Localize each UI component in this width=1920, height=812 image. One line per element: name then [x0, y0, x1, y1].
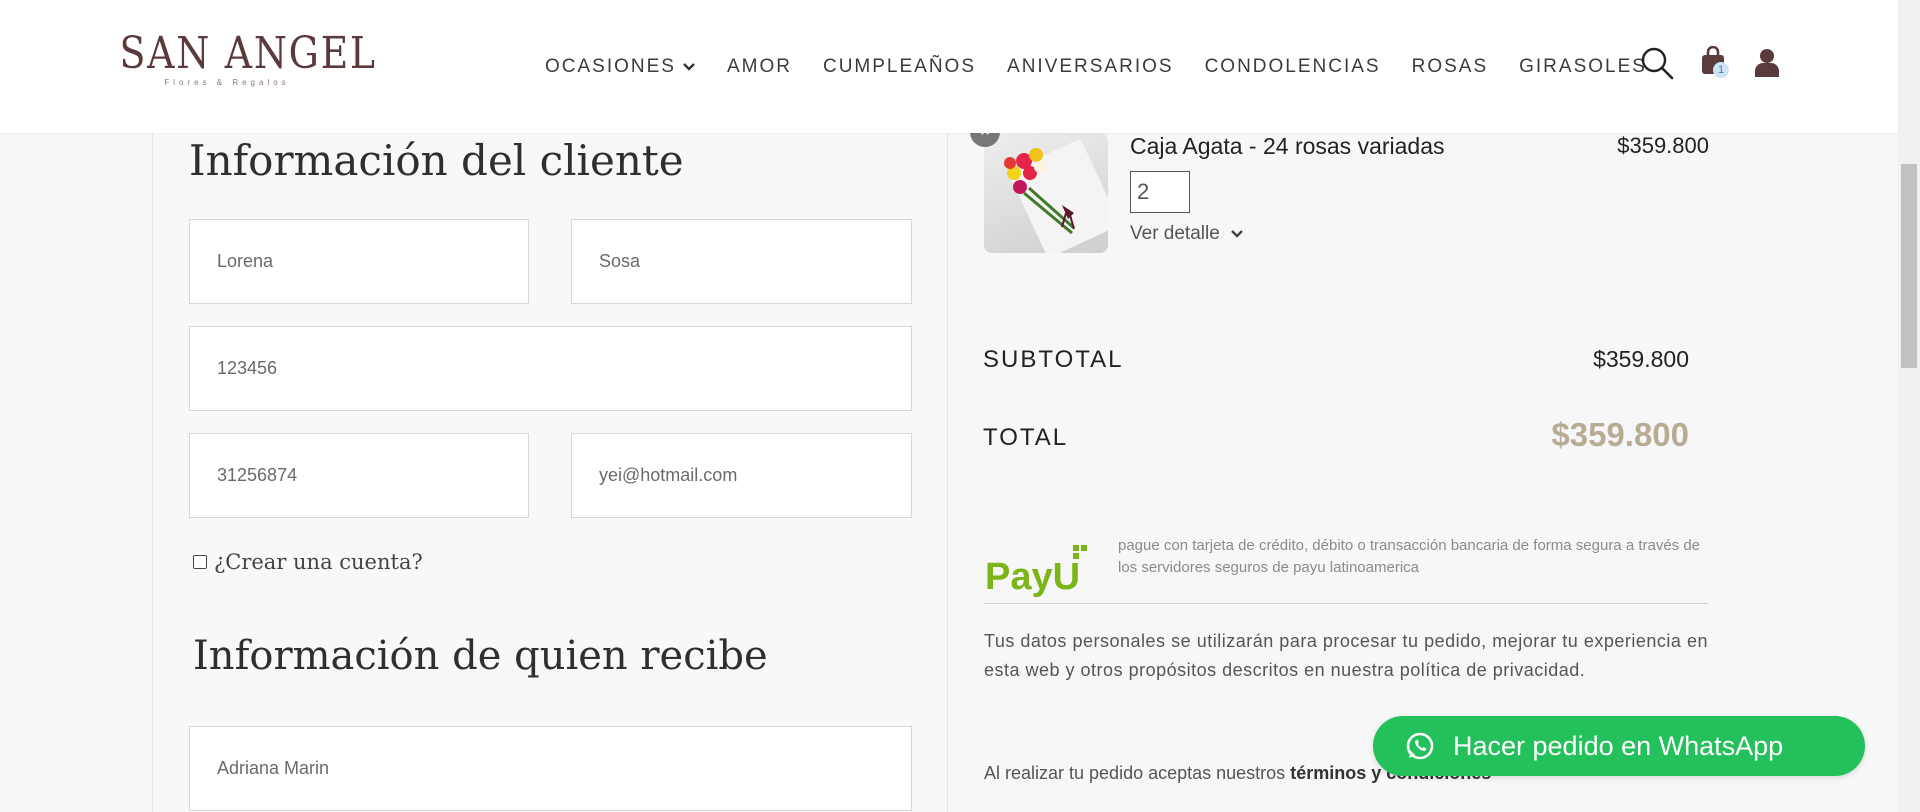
whatsapp-order-button[interactable]: Hacer pedido en WhatsApp — [1373, 716, 1865, 776]
first-name-value: Lorena — [217, 251, 274, 271]
nav-item-condolencias[interactable]: CONDOLENCIAS — [1205, 56, 1381, 78]
recipient-info-title: Información de quien recibe — [193, 633, 768, 679]
total-value: $359.800 — [1551, 416, 1689, 453]
product-name: Caja Agata - 24 rosas variadas — [1130, 133, 1445, 159]
divider — [984, 603, 1708, 604]
subtotal-label: SUBTOTAL — [983, 346, 1124, 373]
nav-item-aniversarios[interactable]: ANIVERSARIOS — [1007, 56, 1174, 78]
phone-field[interactable]: 31256874 — [189, 433, 529, 518]
view-detail-label: Ver detalle — [1130, 223, 1220, 244]
recipient-name-field[interactable]: Adriana Marin — [189, 726, 912, 811]
nav-item-label: AMOR — [726, 56, 792, 77]
document-field[interactable]: 123456 — [189, 326, 912, 411]
nav-item-cumpleanos[interactable]: CUMPLEAÑOS — [823, 56, 976, 78]
search-icon[interactable] — [1640, 46, 1674, 80]
nav-item-amor[interactable]: AMOR — [727, 56, 792, 78]
site-header: SAN ANGEL Flores & Regalos OCASIONES AMO… — [0, 0, 1898, 133]
main-nav: OCASIONES AMOR CUMPLEAÑOS ANIVERSARIOS C… — [545, 56, 1678, 78]
chevron-down-icon — [1230, 230, 1243, 238]
whatsapp-order-label: Hacer pedido en WhatsApp — [1453, 730, 1784, 761]
nav-item-label: ROSAS — [1411, 56, 1489, 77]
brand-tagline: Flores & Regalos — [164, 78, 290, 87]
order-summary: × Caja Agata - 24 rosas variadas $359.80… — [949, 117, 1709, 812]
payu-logo-text: PayU — [985, 556, 1080, 598]
create-account-option[interactable]: ¿Crear una cuenta? — [193, 550, 423, 574]
terms-prefix: Al realizar tu pedido aceptas nuestros — [984, 763, 1286, 783]
nav-item-rosas[interactable]: ROSAS — [1412, 56, 1489, 78]
email-field[interactable]: yei@hotmail.com — [571, 433, 912, 518]
phone-value: 31256874 — [217, 465, 298, 485]
payu-logo: PayU — [985, 545, 1087, 598]
customer-info-title: Información del cliente — [189, 136, 684, 185]
nav-item-ocasiones[interactable]: OCASIONES — [545, 56, 696, 78]
recipient-name-value: Adriana Marin — [217, 758, 330, 778]
brand-logo[interactable]: SAN ANGEL Flores & Regalos — [102, 28, 377, 88]
nav-item-label: ANIVERSARIOS — [1007, 56, 1174, 77]
nav-item-label: OCASIONES — [545, 56, 676, 77]
brand-name: SAN ANGEL — [119, 28, 377, 79]
privacy-notice: Tus datos personales se utilizarán para … — [984, 631, 1708, 680]
nav-item-label: CONDOLENCIAS — [1204, 56, 1381, 77]
create-account-checkbox[interactable] — [193, 555, 207, 569]
nav-item-label: GIRASOLES — [1519, 56, 1647, 77]
document-value: 123456 — [217, 358, 278, 378]
cart-button[interactable]: 1 — [1699, 45, 1731, 84]
product-image — [984, 133, 1108, 253]
quantity-input[interactable]: 2 — [1130, 171, 1190, 213]
payment-description: pague con tarjeta de crédito, débito o t… — [1118, 537, 1701, 576]
first-name-field[interactable]: Lorena — [189, 219, 529, 304]
last-name-field[interactable]: Sosa — [571, 219, 912, 304]
subtotal-value: $359.800 — [1593, 346, 1689, 372]
cart-count-badge: 1 — [1713, 62, 1729, 78]
last-name-value: Sosa — [599, 251, 641, 271]
create-account-label: ¿Crear una cuenta? — [214, 550, 423, 574]
flower-bouquet-image — [1004, 139, 1108, 253]
product-price: $359.800 — [1617, 133, 1709, 158]
page-scrollbar[interactable] — [1898, 0, 1920, 812]
quantity-value: 2 — [1137, 179, 1150, 204]
user-icon[interactable] — [1754, 48, 1780, 78]
chevron-down-icon — [683, 63, 695, 71]
total-label: TOTAL — [983, 424, 1069, 451]
customer-form: Información del cliente Lorena Sosa 1234… — [152, 133, 948, 812]
nav-item-label: CUMPLEAÑOS — [822, 56, 977, 77]
view-detail-toggle[interactable]: Ver detalle — [1130, 223, 1244, 245]
email-value: yei@hotmail.com — [599, 465, 738, 485]
scrollbar-thumb[interactable] — [1901, 164, 1917, 368]
whatsapp-icon — [1406, 732, 1434, 760]
nav-item-girasoles[interactable]: GIRASOLES — [1519, 56, 1647, 78]
